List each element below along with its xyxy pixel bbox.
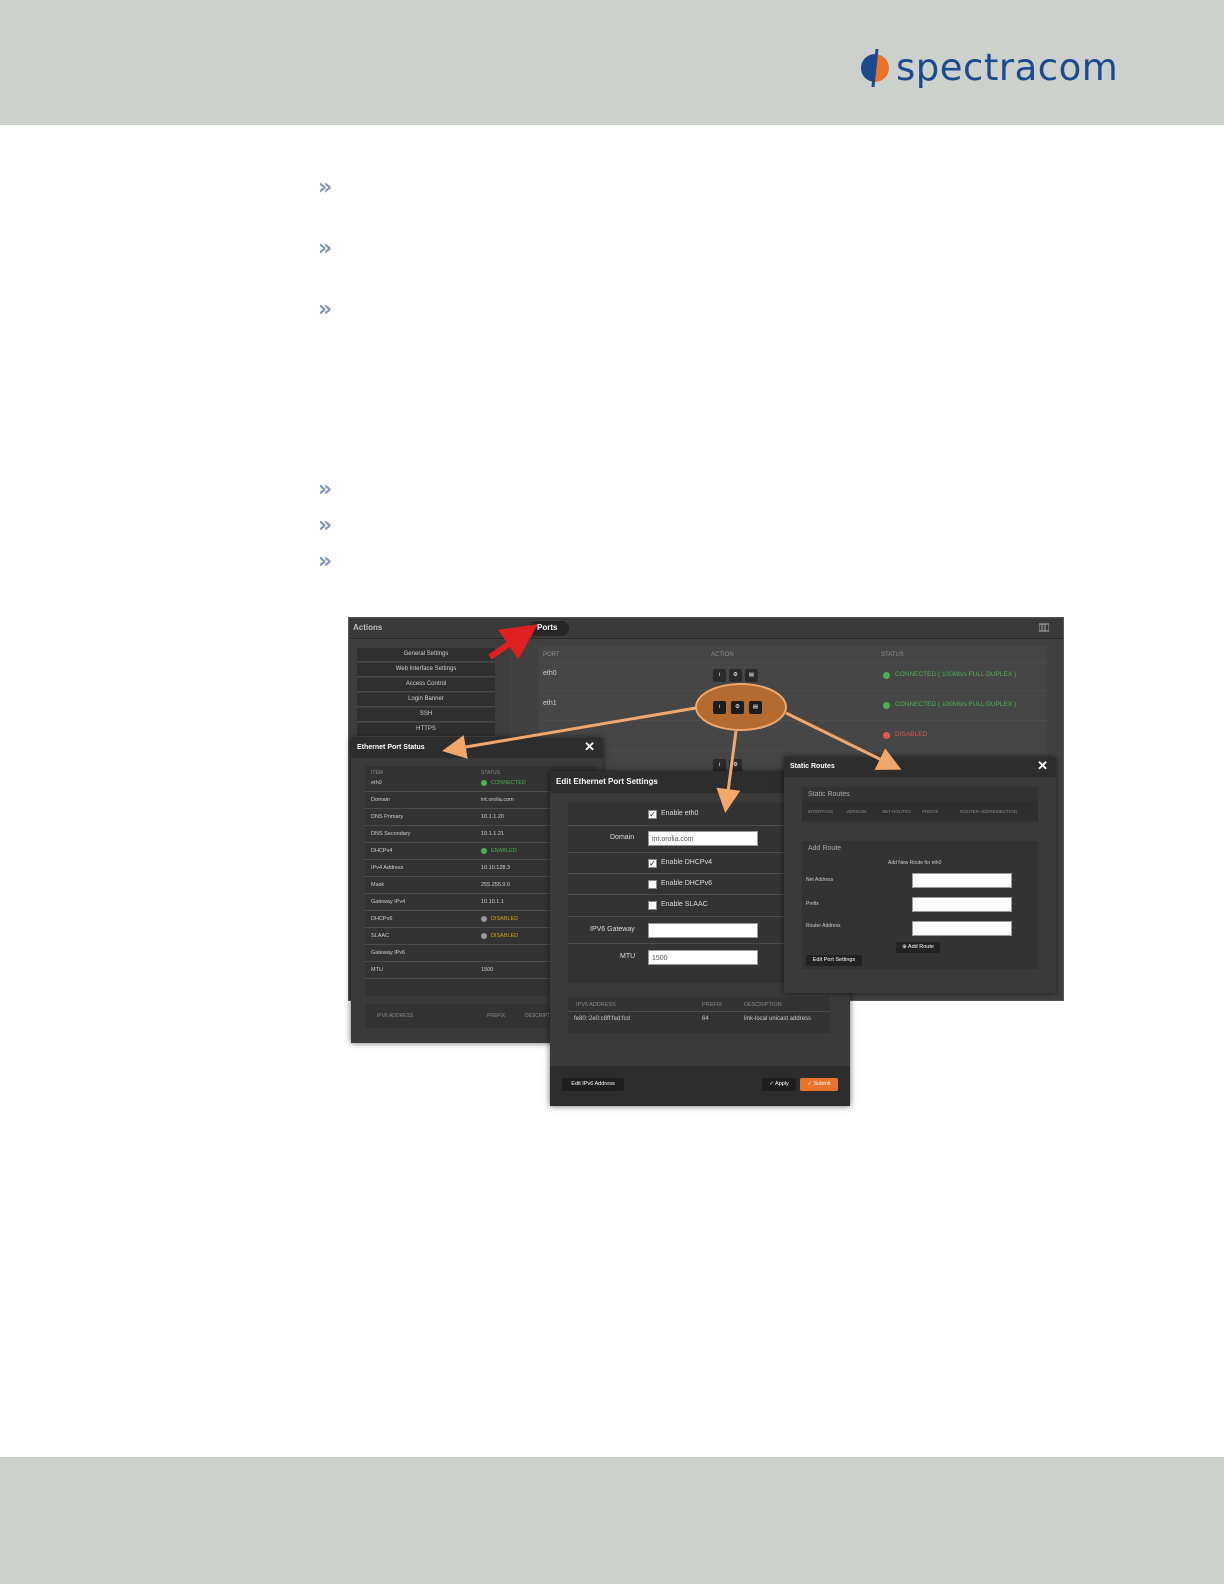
arrow-to-edit [716,730,741,813]
page-footer [0,1457,1224,1584]
double-chevron-right-icon: » [318,175,333,200]
double-chevron-right-icon: » [318,513,333,538]
spectracom-logo-icon [861,48,889,87]
double-chevron-right-icon: » [318,549,333,574]
red-arrow [488,624,538,660]
double-chevron-right-icon: » [318,477,333,502]
double-chevron-right-icon: » [318,236,333,261]
spectracom-logo: spectracom [860,46,1118,89]
page-header: spectracom [0,0,1224,125]
arrow-to-status [442,706,697,759]
network-settings-screenshot: Actions Ports General Settings Web Inter… [348,617,1064,1117]
brand-name: spectracom [896,46,1119,89]
arrow-to-routes [785,711,902,770]
double-chevron-right-icon: » [318,297,333,322]
annotation-arrows [442,624,902,813]
